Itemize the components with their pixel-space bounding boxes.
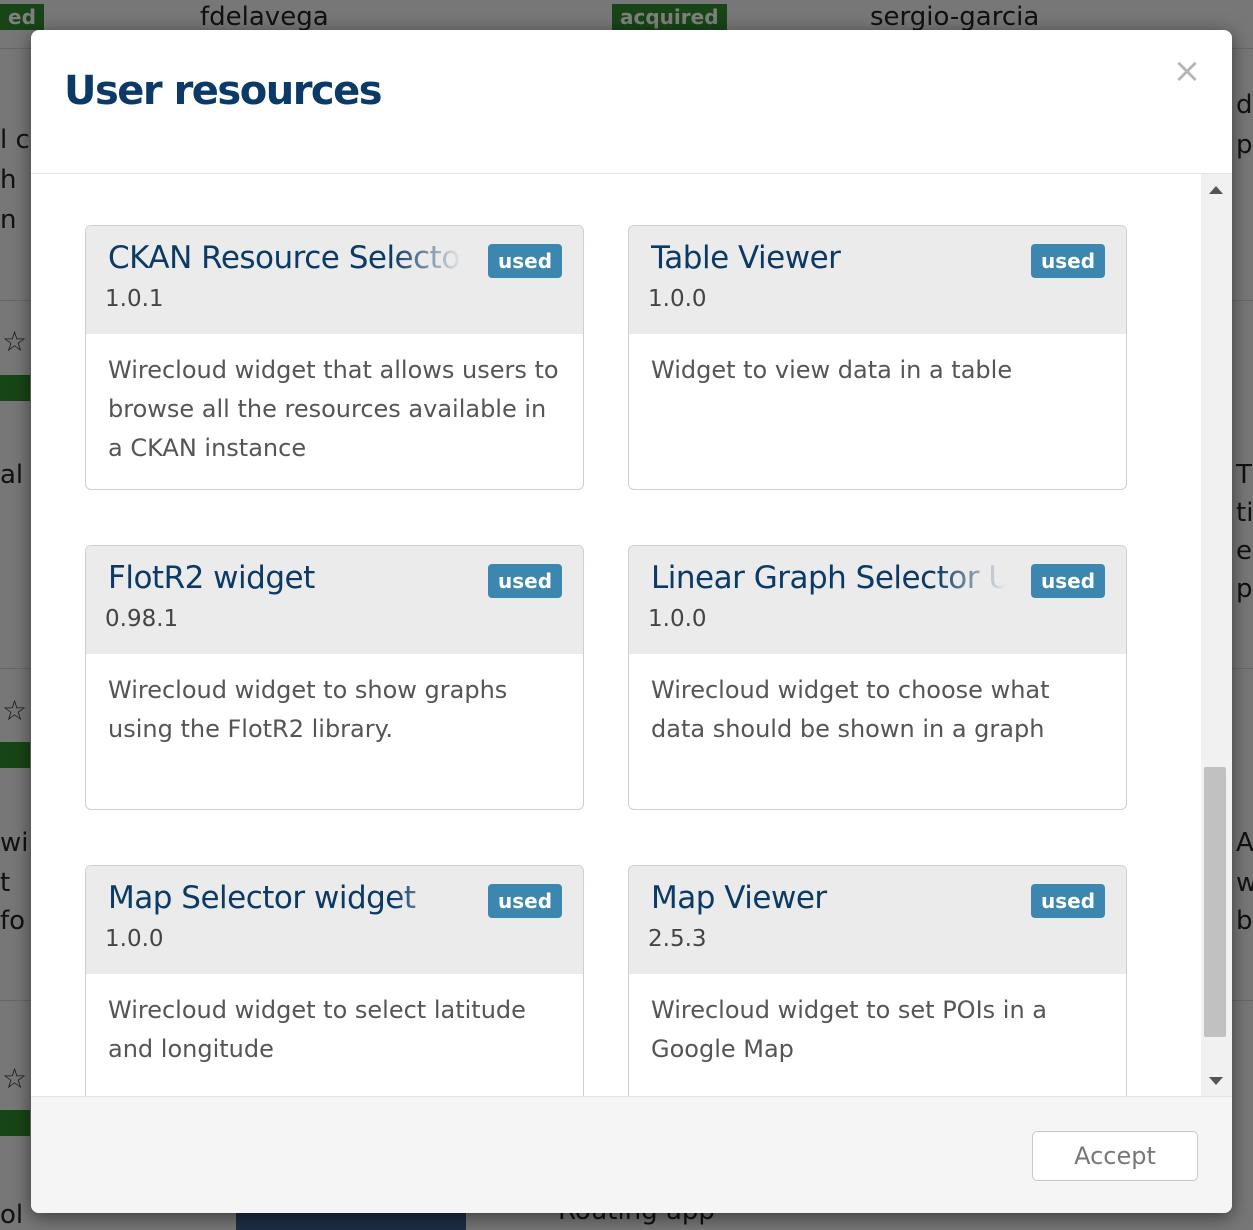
user-resources-modal: User resources × CKAN Resource Selector … — [31, 30, 1232, 1213]
used-badge: used — [488, 564, 563, 598]
card-title: Map Selector widget — [108, 880, 463, 916]
card-title: FlotR2 widget — [108, 560, 463, 596]
resource-card[interactable]: Map Selector widget used 1.0.0 Wirecloud… — [85, 865, 584, 1096]
card-header: FlotR2 widget used 0.98.1 — [86, 546, 583, 654]
resource-card[interactable]: CKAN Resource Selector used 1.0.1 Wirecl… — [85, 225, 584, 490]
used-badge: used — [488, 884, 563, 918]
card-header: Map Selector widget used 1.0.0 — [86, 866, 583, 974]
used-badge: used — [1031, 564, 1106, 598]
card-version: 1.0.0 — [648, 606, 707, 632]
resource-card[interactable]: Map Viewer used 2.5.3 Wirecloud widget t… — [628, 865, 1127, 1096]
close-icon[interactable]: × — [1172, 54, 1202, 88]
card-description: Widget to view data in a table — [651, 356, 1013, 384]
resource-card[interactable]: Table Viewer used 1.0.0 Widget to view d… — [628, 225, 1127, 490]
used-badge: used — [1031, 244, 1106, 278]
card-title: Table Viewer — [651, 240, 1006, 276]
modal-title: User resources — [64, 68, 383, 114]
card-version: 0.98.1 — [105, 606, 179, 632]
card-version: 1.0.1 — [105, 286, 164, 312]
card-header: Linear Graph Selector UI used 1.0.0 — [629, 546, 1126, 654]
modal-body[interactable]: CKAN Resource Selector used 1.0.1 Wirecl… — [31, 174, 1232, 1096]
used-badge: used — [1031, 884, 1106, 918]
card-description: Wirecloud widget to select latitude and … — [108, 996, 526, 1063]
card-version: 1.0.0 — [648, 286, 707, 312]
scroll-down-arrow-icon[interactable] — [1209, 1077, 1223, 1085]
card-version: 1.0.0 — [105, 926, 164, 952]
resource-card[interactable]: Linear Graph Selector UI used 1.0.0 Wire… — [628, 545, 1127, 810]
scrollbar-thumb[interactable] — [1204, 767, 1226, 1037]
card-header: Table Viewer used 1.0.0 — [629, 226, 1126, 334]
card-description: Wirecloud widget to set POIs in a Google… — [651, 996, 1047, 1063]
card-header: CKAN Resource Selector used 1.0.1 — [86, 226, 583, 334]
card-description: Wirecloud widget that allows users to br… — [108, 356, 559, 462]
card-version: 2.5.3 — [648, 926, 707, 952]
scroll-up-arrow-icon[interactable] — [1209, 186, 1223, 194]
used-badge: used — [488, 244, 563, 278]
modal-footer: Accept — [31, 1096, 1232, 1213]
card-description: Wirecloud widget to choose what data sho… — [651, 676, 1050, 743]
modal-header: User resources × — [31, 30, 1232, 174]
card-title: CKAN Resource Selector — [108, 240, 463, 276]
card-header: Map Viewer used 2.5.3 — [629, 866, 1126, 974]
card-description: Wirecloud widget to show graphs using th… — [108, 676, 508, 743]
accept-button[interactable]: Accept — [1032, 1131, 1198, 1181]
resource-card[interactable]: FlotR2 widget used 0.98.1 Wirecloud widg… — [85, 545, 584, 810]
card-title: Linear Graph Selector UI — [651, 560, 1006, 596]
vertical-scrollbar[interactable] — [1201, 174, 1232, 1096]
card-title: Map Viewer — [651, 880, 1006, 916]
